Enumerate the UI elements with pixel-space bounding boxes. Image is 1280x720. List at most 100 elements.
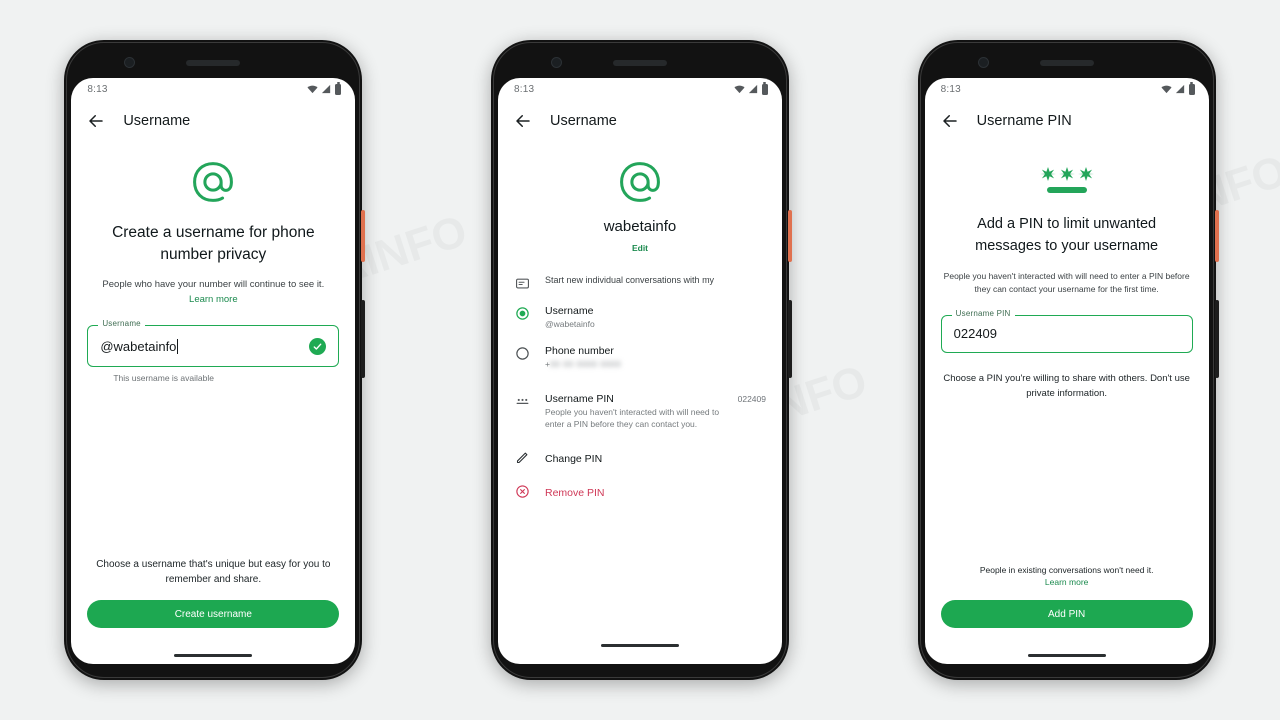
radio-selected-icon[interactable] — [514, 305, 532, 321]
power-button[interactable] — [1214, 210, 1219, 262]
change-pin-label: Change PIN — [544, 453, 603, 465]
pin-input-value: 022409 — [953, 326, 998, 342]
create-username-button[interactable]: Create username — [87, 600, 340, 628]
pin-field-wrap: Username PIN 022409 — [940, 308, 1193, 353]
pin-note: Choose a PIN you're willing to share wit… — [943, 372, 1190, 399]
subtext-line: People who have your number will continu… — [102, 278, 325, 290]
section-caption-text: Start new individual conversations with … — [544, 275, 715, 285]
bottom-note-text: People in existing conversations won't n… — [979, 565, 1154, 575]
remove-pin-label: Remove PIN — [544, 487, 605, 499]
status-clock: 8:13 — [940, 83, 961, 95]
back-arrow-icon[interactable] — [87, 112, 105, 130]
footer-note-1: Choose a username that's unique but easy… — [96, 559, 331, 585]
phone-screen-3: 8:13 Username PIN Add a PIN to limit unw… — [924, 78, 1209, 664]
username-input-value: @wabetainfo — [100, 338, 179, 354]
phone-mockup-3: 8:13 Username PIN Add a PIN to limit unw… — [917, 40, 1219, 680]
wifi-icon — [307, 85, 318, 93]
app-bar-3: Username PIN — [925, 100, 1209, 142]
heading-3: Add a PIN to limit unwanted messages to … — [975, 216, 1159, 254]
volume-button[interactable] — [787, 300, 792, 378]
pin-input[interactable]: 022409 — [940, 314, 1193, 353]
volume-button[interactable] — [1214, 300, 1219, 378]
phone-notch — [491, 50, 789, 76]
learn-more-link[interactable]: Learn more — [87, 293, 339, 307]
message-card-icon — [514, 275, 532, 291]
change-pin-body: Change PIN — [545, 449, 766, 467]
learn-more-link[interactable]: Learn more — [925, 577, 1209, 587]
username-pin-value: 022409 — [737, 393, 766, 404]
remove-circle-icon — [514, 483, 532, 499]
status-clock: 8:13 — [87, 83, 108, 95]
option-row-username[interactable]: Username @wabetainfo — [498, 305, 782, 331]
username-pin-description: People you haven't interacted with will … — [544, 406, 720, 430]
at-sign-icon — [620, 162, 660, 202]
edit-username-link[interactable]: Edit — [498, 243, 782, 253]
username-pin-label: Username PIN — [544, 392, 614, 405]
at-sign-icon — [193, 162, 234, 202]
front-camera-icon — [124, 57, 136, 68]
front-camera-icon — [550, 57, 562, 68]
power-button[interactable] — [361, 210, 366, 262]
phone-screen-1: 8:13 Username Create a username for phon… — [71, 78, 356, 664]
option-label: Phone number — [544, 344, 614, 357]
check-circle-icon — [309, 337, 327, 355]
earpiece-speaker — [1039, 60, 1094, 66]
page-title: Username PIN — [976, 113, 1072, 129]
option-row-phone-number[interactable]: Phone number +00 00 0000 0000 — [498, 345, 782, 371]
status-bar: 8:13 — [71, 78, 355, 100]
option-body: Username @wabetainfo — [545, 305, 766, 331]
volume-button[interactable] — [361, 300, 366, 378]
pin-field-label: Username PIN — [951, 308, 1015, 318]
power-button[interactable] — [787, 210, 792, 262]
status-icons — [734, 81, 768, 95]
battery-icon — [335, 81, 342, 95]
phone-screen-2: 8:13 Username wabetainfo Edit Start new … — [497, 78, 782, 664]
gesture-nav-bar[interactable] — [71, 646, 355, 664]
phone-notch — [64, 50, 362, 76]
username-pin-row[interactable]: Username PIN People you haven't interact… — [498, 393, 782, 432]
pencil-icon — [514, 449, 532, 465]
screen-2-content: wabetainfo Edit Start new individual con… — [498, 142, 782, 664]
options-list: Start new individual conversations with … — [498, 275, 782, 515]
gesture-nav-bar[interactable] — [498, 636, 782, 654]
username-helper-text: This username is available — [113, 373, 214, 384]
back-arrow-icon[interactable] — [941, 112, 959, 130]
signal-icon — [748, 84, 758, 93]
phone-notch — [918, 50, 1216, 76]
add-pin-button[interactable]: Add PIN — [940, 600, 1193, 628]
radio-unselected-icon[interactable] — [514, 345, 532, 361]
phone-mockup-2: 8:13 Username wabetainfo Edit Start new … — [490, 40, 792, 680]
app-bar-1: Username — [71, 100, 355, 142]
earpiece-speaker — [612, 60, 667, 66]
back-arrow-icon[interactable] — [514, 112, 532, 130]
screen-1-content: Create a username for phone number priva… — [71, 142, 355, 664]
status-clock: 8:13 — [513, 83, 535, 95]
pin-asterisks-icon — [1039, 167, 1094, 193]
wifi-icon — [734, 85, 745, 93]
wifi-icon — [1161, 85, 1172, 93]
front-camera-icon — [977, 57, 989, 68]
page-title: Username — [123, 113, 191, 129]
gesture-nav-bar[interactable] — [925, 646, 1209, 664]
remove-pin-row[interactable]: Remove PIN — [498, 483, 782, 501]
username-display: wabetainfo — [603, 218, 677, 235]
text-caret — [177, 338, 179, 354]
heading-1: Create a username for phone number priva… — [112, 224, 315, 264]
subtext-1: People who have your number will continu… — [71, 278, 355, 308]
redacted-phone-number: 00 00 0000 0000 — [549, 358, 622, 369]
option-label: Username — [544, 305, 594, 317]
option-body: Phone number +00 00 0000 0000 — [545, 345, 766, 371]
status-icons — [307, 81, 342, 95]
username-pin-body: Username PIN People you haven't interact… — [545, 393, 725, 432]
status-bar: 8:13 — [498, 78, 782, 100]
app-bar-2: Username — [498, 100, 782, 142]
option-sublabel: +00 00 0000 0000 — [544, 358, 622, 369]
username-field-label: Username — [98, 319, 145, 329]
battery-icon — [761, 81, 768, 95]
phone-mockup-1: 8:13 Username Create a username for phon… — [64, 40, 366, 680]
username-input[interactable]: @wabetainfo — [87, 325, 340, 368]
screenshot-stage: WABETAINFO WABETAINFO WABETAINFO 8:13 Us… — [0, 0, 1280, 720]
change-pin-row[interactable]: Change PIN — [498, 449, 782, 467]
signal-icon — [1175, 84, 1184, 93]
earpiece-speaker — [186, 60, 241, 66]
